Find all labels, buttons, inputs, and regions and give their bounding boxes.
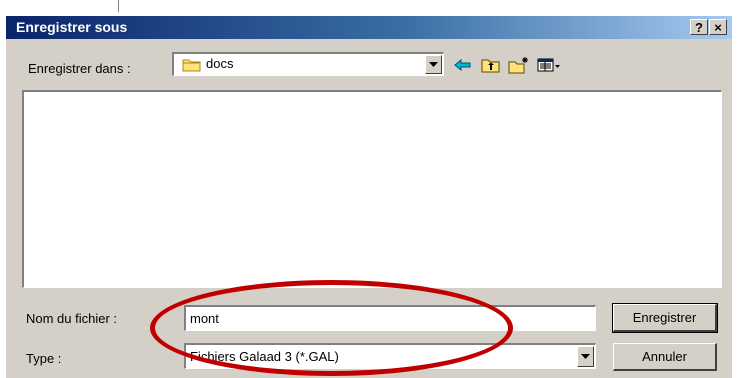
lookin-dropdown-button[interactable] — [425, 55, 442, 74]
type-value: Fichiers Galaad 3 (*.GAL) — [190, 349, 339, 364]
chevron-down-icon — [429, 62, 438, 67]
new-folder-button[interactable] — [508, 55, 530, 75]
up-folder-button[interactable] — [480, 55, 502, 75]
new-folder-icon — [508, 57, 528, 74]
background-strip — [0, 0, 740, 14]
cancel-button[interactable]: Annuler — [613, 343, 717, 371]
type-dropdown-button[interactable] — [577, 346, 594, 367]
file-list[interactable] — [22, 90, 722, 288]
lookin-combobox[interactable]: docs — [172, 52, 444, 76]
folder-icon — [182, 59, 201, 72]
lookin-value: docs — [206, 56, 234, 71]
close-button[interactable]: × — [709, 19, 727, 35]
back-arrow-icon — [454, 58, 471, 72]
back-button[interactable] — [452, 55, 474, 75]
title-bar[interactable]: Enregistrer sous ? × — [6, 16, 732, 39]
filename-label: Nom du fichier : — [26, 311, 118, 326]
lookin-label: Enregistrer dans : — [28, 61, 131, 76]
up-folder-icon — [481, 59, 500, 73]
help-button[interactable]: ? — [690, 19, 708, 35]
view-menu-button[interactable] — [536, 55, 562, 75]
type-label: Type : — [26, 351, 62, 366]
save-button[interactable]: Enregistrer — [612, 303, 718, 333]
type-select[interactable]: Fichiers Galaad 3 (*.GAL) — [184, 343, 596, 369]
filename-input[interactable] — [186, 307, 595, 330]
window-title: Enregistrer sous — [16, 19, 128, 35]
chevron-down-icon — [581, 354, 590, 359]
filename-field[interactable] — [184, 305, 596, 331]
view-menu-icon — [537, 58, 560, 72]
